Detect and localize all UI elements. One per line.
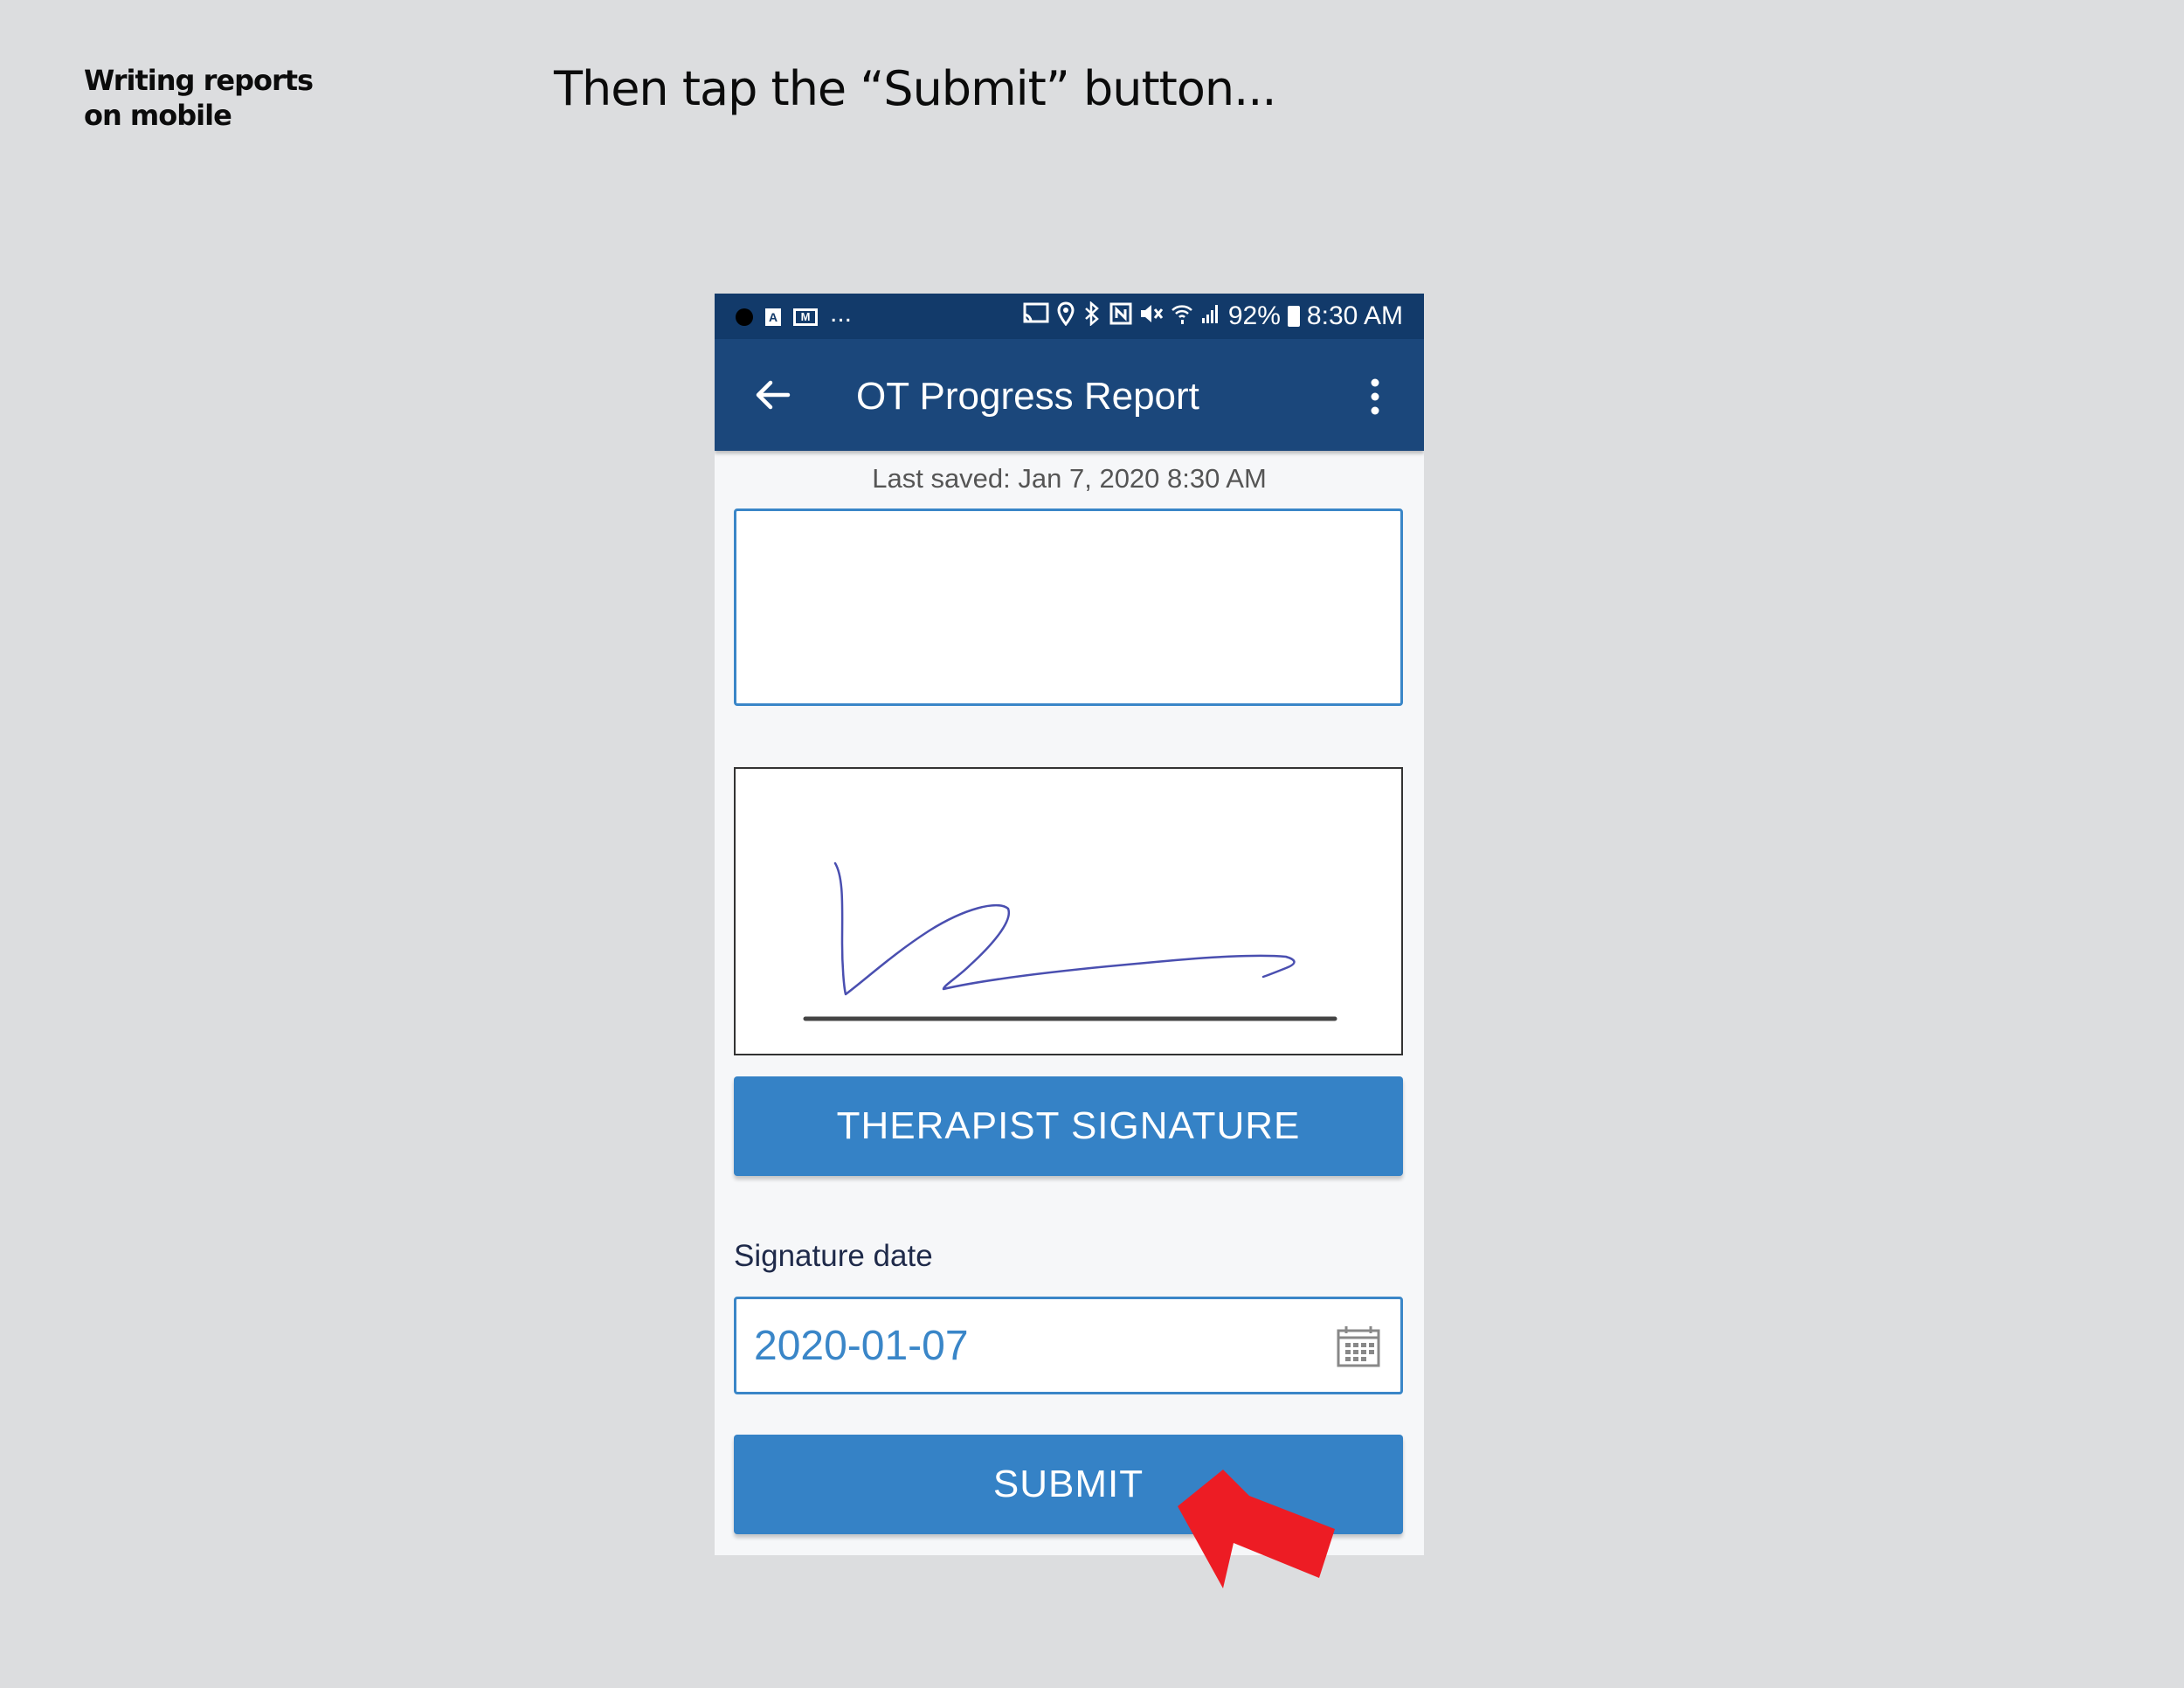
gmail-icon: M bbox=[793, 308, 818, 326]
signal-icon bbox=[1200, 302, 1221, 330]
pointer-arrow-icon bbox=[1171, 1459, 1345, 1599]
signature-date-value: 2020-01-07 bbox=[754, 1323, 969, 1369]
signature-date-field[interactable]: 2020-01-07 bbox=[734, 1297, 1403, 1394]
last-saved-text: Last saved: Jan 7, 2020 8:30 AM bbox=[872, 463, 1267, 494]
location-icon bbox=[1057, 301, 1075, 331]
therapist-signature-button[interactable]: THERAPIST SIGNATURE bbox=[734, 1076, 1403, 1176]
side-title-line2: on mobile bbox=[84, 99, 232, 132]
signature-date-label: Signature date bbox=[734, 1239, 933, 1273]
report-text-area[interactable] bbox=[734, 508, 1403, 706]
cast-icon bbox=[1022, 302, 1050, 330]
bluetooth-icon bbox=[1082, 301, 1102, 331]
side-title-line1: Writing reports bbox=[84, 64, 314, 97]
battery-icon bbox=[1287, 306, 1300, 327]
phone-screen: A M ... 92% 8:30 AM OT Progress Report L… bbox=[715, 294, 1424, 1555]
back-arrow-icon[interactable] bbox=[750, 372, 798, 418]
status-bar: A M ... 92% 8:30 AM bbox=[715, 294, 1424, 339]
nfc-icon bbox=[1109, 302, 1132, 330]
app-notification-icon: A bbox=[765, 308, 781, 326]
more-notifications: ... bbox=[830, 299, 853, 328]
page-title: OT Progress Report bbox=[856, 375, 1199, 418]
wifi-icon bbox=[1171, 302, 1193, 330]
app-bar: OT Progress Report bbox=[715, 339, 1424, 451]
status-time: 8:30 AM bbox=[1306, 301, 1403, 330]
more-vert-icon[interactable] bbox=[1365, 377, 1386, 416]
notification-dot-icon bbox=[736, 308, 753, 326]
signature-stroke bbox=[833, 861, 1296, 996]
instruction-text: Then tap the “Submit” button... bbox=[554, 61, 1277, 116]
signature-pad[interactable] bbox=[734, 767, 1403, 1055]
battery-percent: 92% bbox=[1227, 301, 1281, 330]
mute-icon bbox=[1139, 302, 1164, 330]
side-title: Writing reports on mobile bbox=[84, 63, 372, 133]
calendar-icon[interactable] bbox=[1336, 1324, 1381, 1369]
